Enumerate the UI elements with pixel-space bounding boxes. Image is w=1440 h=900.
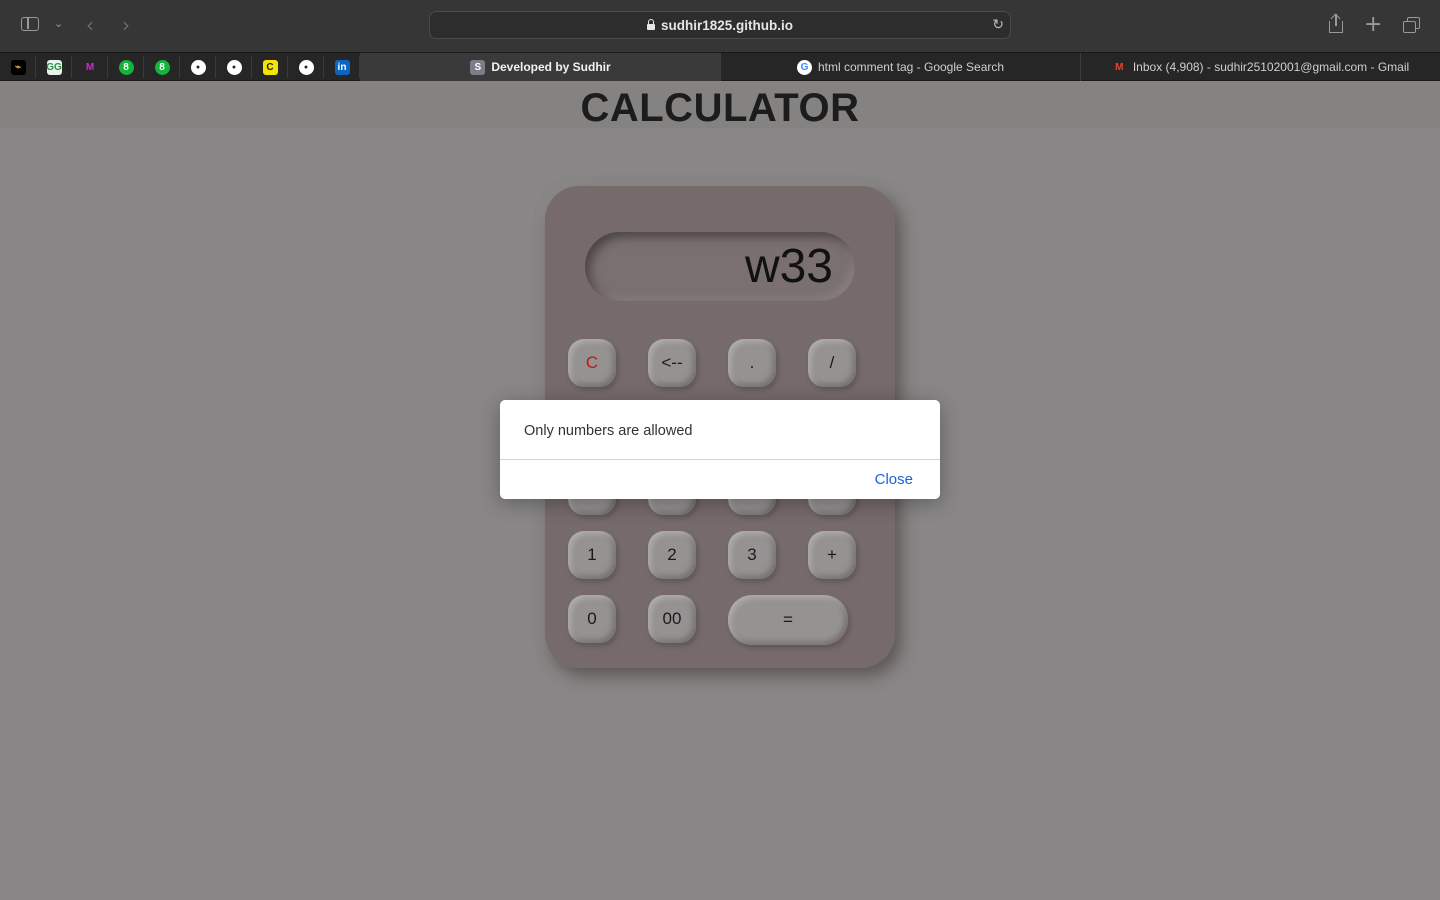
page-title: CALCULATOR — [580, 86, 860, 130]
tab-gmail[interactable]: M Inbox (4,908) - sudhir25102001@gmail.c… — [1080, 53, 1440, 81]
back-arrow-icon[interactable]: ‹ — [86, 13, 94, 37]
lock-icon — [646, 19, 655, 30]
url-text: sudhir1825.github.io — [430, 18, 1010, 33]
pinned-tab-7[interactable]: ● — [217, 56, 252, 78]
calculator-display[interactable]: w33 — [585, 232, 855, 301]
github-icon: ● — [190, 59, 206, 75]
clear-button[interactable]: C — [568, 339, 616, 387]
pinned-tab-4[interactable]: 8 — [109, 56, 144, 78]
sidebar-toggle-icon[interactable] — [21, 17, 39, 31]
s-favicon-icon: S — [470, 59, 486, 75]
pinned-tab-8[interactable]: C — [253, 56, 288, 78]
pinned-tab-1[interactable]: ⌁ — [1, 56, 36, 78]
linkedin-icon: in — [334, 59, 350, 75]
new-tab-icon[interactable]: + — [1364, 12, 1382, 37]
browser-toolbar: ⌄ ‹ › sudhir1825.github.io ↻ + — [0, 0, 1440, 52]
gmail-icon: M — [1111, 59, 1127, 75]
share-icon[interactable] — [1328, 13, 1344, 34]
digit-2-button[interactable]: 2 — [648, 531, 696, 579]
green-circle-icon: 8 — [154, 59, 170, 75]
pinned-tab-6[interactable]: ● — [181, 56, 216, 78]
tab-label: html comment tag - Google Search — [817, 60, 1005, 74]
alert-dialog: Only numbers are allowed Close — [500, 400, 940, 499]
tab-developed-by-sudhir[interactable]: S Developed by Sudhir — [360, 53, 720, 81]
address-bar[interactable]: sudhir1825.github.io ↻ — [429, 11, 1011, 39]
tab-overview-icon[interactable] — [1403, 17, 1421, 33]
alert-message: Only numbers are allowed — [524, 423, 693, 439]
tab-label: Developed by Sudhir — [491, 60, 611, 74]
geeksforgeeks-icon: GG — [46, 59, 62, 75]
tab-label: Inbox (4,908) - sudhir25102001@gmail.com… — [1132, 60, 1410, 74]
close-button[interactable]: Close — [875, 471, 913, 488]
backspace-button[interactable]: <-- — [648, 339, 696, 387]
plus-button[interactable]: + — [808, 531, 856, 579]
dot-button[interactable]: . — [728, 339, 776, 387]
m-logo-icon: M — [82, 59, 98, 75]
tab-google-search[interactable]: G html comment tag - Google Search — [720, 53, 1080, 81]
page-header: CALCULATOR — [0, 81, 1440, 130]
pinned-tab-5[interactable]: 8 — [145, 56, 180, 78]
tab-bar: ⌁ GG M 8 8 ● ● C ● in S Developed by Sudhir G htm… — [0, 52, 1440, 81]
pinned-tab-2[interactable]: GG — [37, 56, 72, 78]
github-icon: ● — [298, 59, 314, 75]
pinned-tab-10[interactable]: in — [325, 56, 360, 78]
yellow-c-icon: C — [262, 59, 278, 75]
forward-arrow-icon[interactable]: › — [122, 13, 130, 37]
chevron-down-icon[interactable]: ⌄ — [54, 17, 63, 30]
pinned-tab-9[interactable]: ● — [289, 56, 324, 78]
reload-icon[interactable]: ↻ — [992, 16, 1004, 33]
github-icon: ● — [226, 59, 242, 75]
pinned-tab-3[interactable]: M — [73, 56, 108, 78]
equals-button[interactable]: = — [728, 595, 848, 645]
digit-3-button[interactable]: 3 — [728, 531, 776, 579]
alert-divider — [500, 459, 940, 460]
digit-0-button[interactable]: 0 — [568, 595, 616, 643]
digit-1-button[interactable]: 1 — [568, 531, 616, 579]
swift-icon: ⌁ — [10, 59, 26, 75]
divide-button[interactable]: / — [808, 339, 856, 387]
google-icon: G — [796, 59, 812, 75]
double-zero-button[interactable]: 00 — [648, 595, 696, 643]
green-circle-icon: 8 — [118, 59, 134, 75]
